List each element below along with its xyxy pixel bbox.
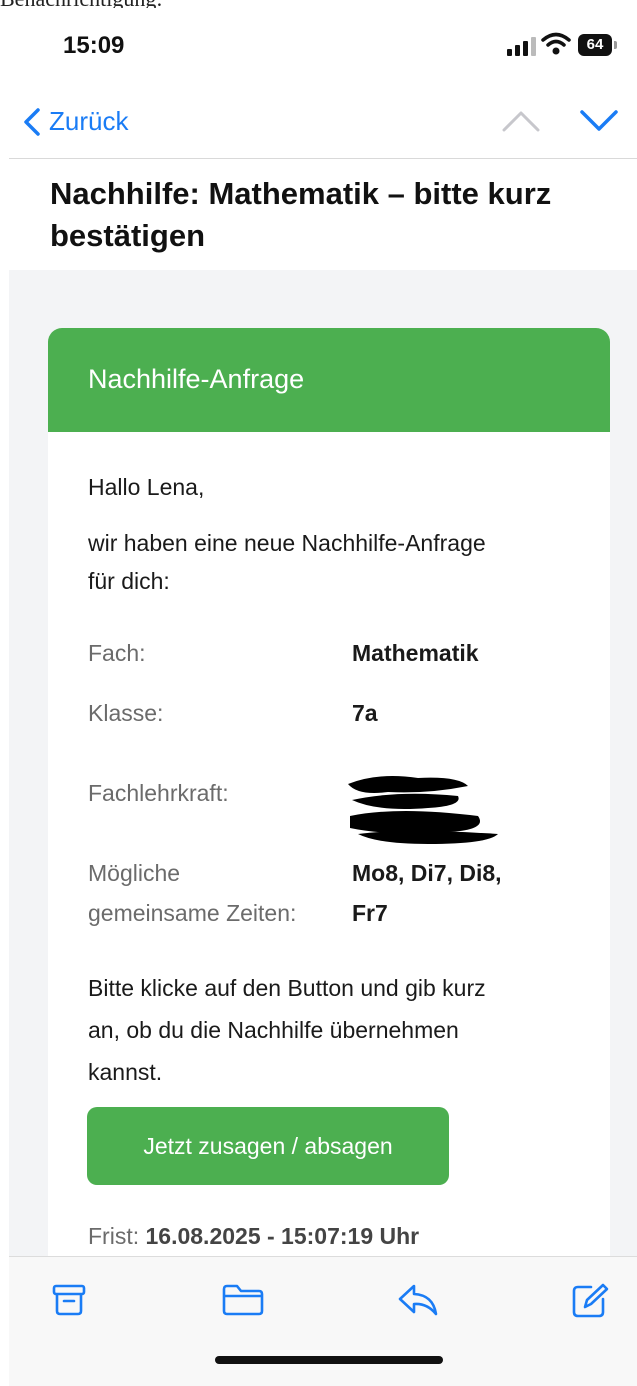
back-button[interactable]: Zurück — [23, 106, 128, 137]
card-header: Nachhilfe-Anfrage — [48, 328, 610, 432]
battery-level: 64 — [586, 36, 604, 53]
bottom-toolbar — [9, 1256, 637, 1386]
intro-line-1: wir haben eine neue Nachhilfe-Anfrage — [88, 530, 486, 556]
instruction-line-2: an, ob du die Nachhilfe übernehmen — [88, 1017, 459, 1043]
signal-icon — [507, 36, 536, 56]
times-label-line-2: gemeinsame Zeiten: — [88, 900, 297, 926]
chevron-up-icon — [502, 111, 540, 132]
email-body-area: Nachhilfe-Anfrage Hallo Lena, wir haben … — [9, 270, 637, 1328]
subject-label: Fach: — [88, 640, 146, 666]
times-value-line-1: Mo8, Di7, Di8, — [352, 860, 502, 886]
reply-button[interactable] — [397, 1283, 439, 1322]
phone-screen: 15:09 64 Zurück Nachhilfe: Mathematik – … — [9, 8, 637, 1386]
redacted-teacher-name — [348, 776, 498, 844]
folder-icon — [222, 1284, 264, 1316]
class-value: 7a — [352, 700, 378, 726]
home-indicator — [215, 1356, 443, 1364]
previous-message-button[interactable] — [501, 108, 541, 139]
compose-icon — [572, 1283, 609, 1318]
reply-icon — [398, 1284, 438, 1316]
deadline-label: Frist: — [88, 1223, 140, 1249]
greeting: Hallo Lena, — [88, 474, 205, 500]
next-message-button[interactable] — [579, 108, 619, 139]
email-card: Nachhilfe-Anfrage Hallo Lena, wir haben … — [48, 328, 610, 1328]
times-value-line-2: Fr7 — [352, 900, 388, 926]
archive-button[interactable] — [51, 1283, 87, 1322]
instruction-line-3: kannst. — [88, 1059, 163, 1085]
email-subject: Nachhilfe: Mathematik – bitte kurz bestä… — [50, 176, 552, 253]
card-title: Nachhilfe-Anfrage — [88, 364, 305, 394]
mail-nav-bar: Zurück — [9, 88, 637, 159]
archive-icon — [52, 1284, 86, 1316]
subject-value: Mathematik — [352, 640, 479, 666]
chevron-down-icon — [580, 110, 618, 131]
status-bar: 15:09 64 — [9, 8, 637, 88]
instruction-line-1: Bitte klicke auf den Button und gib kurz — [88, 975, 486, 1001]
deadline: Frist: 16.08.2025 - 15:07:19 Uhr — [88, 1223, 419, 1250]
times-label-line-1: Mögliche — [88, 860, 181, 886]
chevron-left-icon — [24, 107, 40, 136]
class-label: Klasse: — [88, 700, 164, 726]
compose-button[interactable] — [571, 1283, 609, 1324]
move-folder-button[interactable] — [221, 1283, 265, 1322]
deadline-value: 16.08.2025 - 15:07:19 Uhr — [145, 1223, 420, 1249]
accept-decline-button[interactable]: Jetzt zusagen / absagen — [87, 1107, 449, 1185]
wifi-icon — [541, 32, 571, 61]
intro-line-2: für dich: — [88, 568, 170, 594]
status-time: 15:09 — [63, 32, 125, 59]
back-label: Zurück — [49, 106, 129, 136]
teacher-label: Fachlehrkraft: — [88, 780, 229, 806]
battery-icon: 64 — [578, 34, 618, 56]
caption-fragment: Benachrichtigung: — [0, 0, 637, 8]
